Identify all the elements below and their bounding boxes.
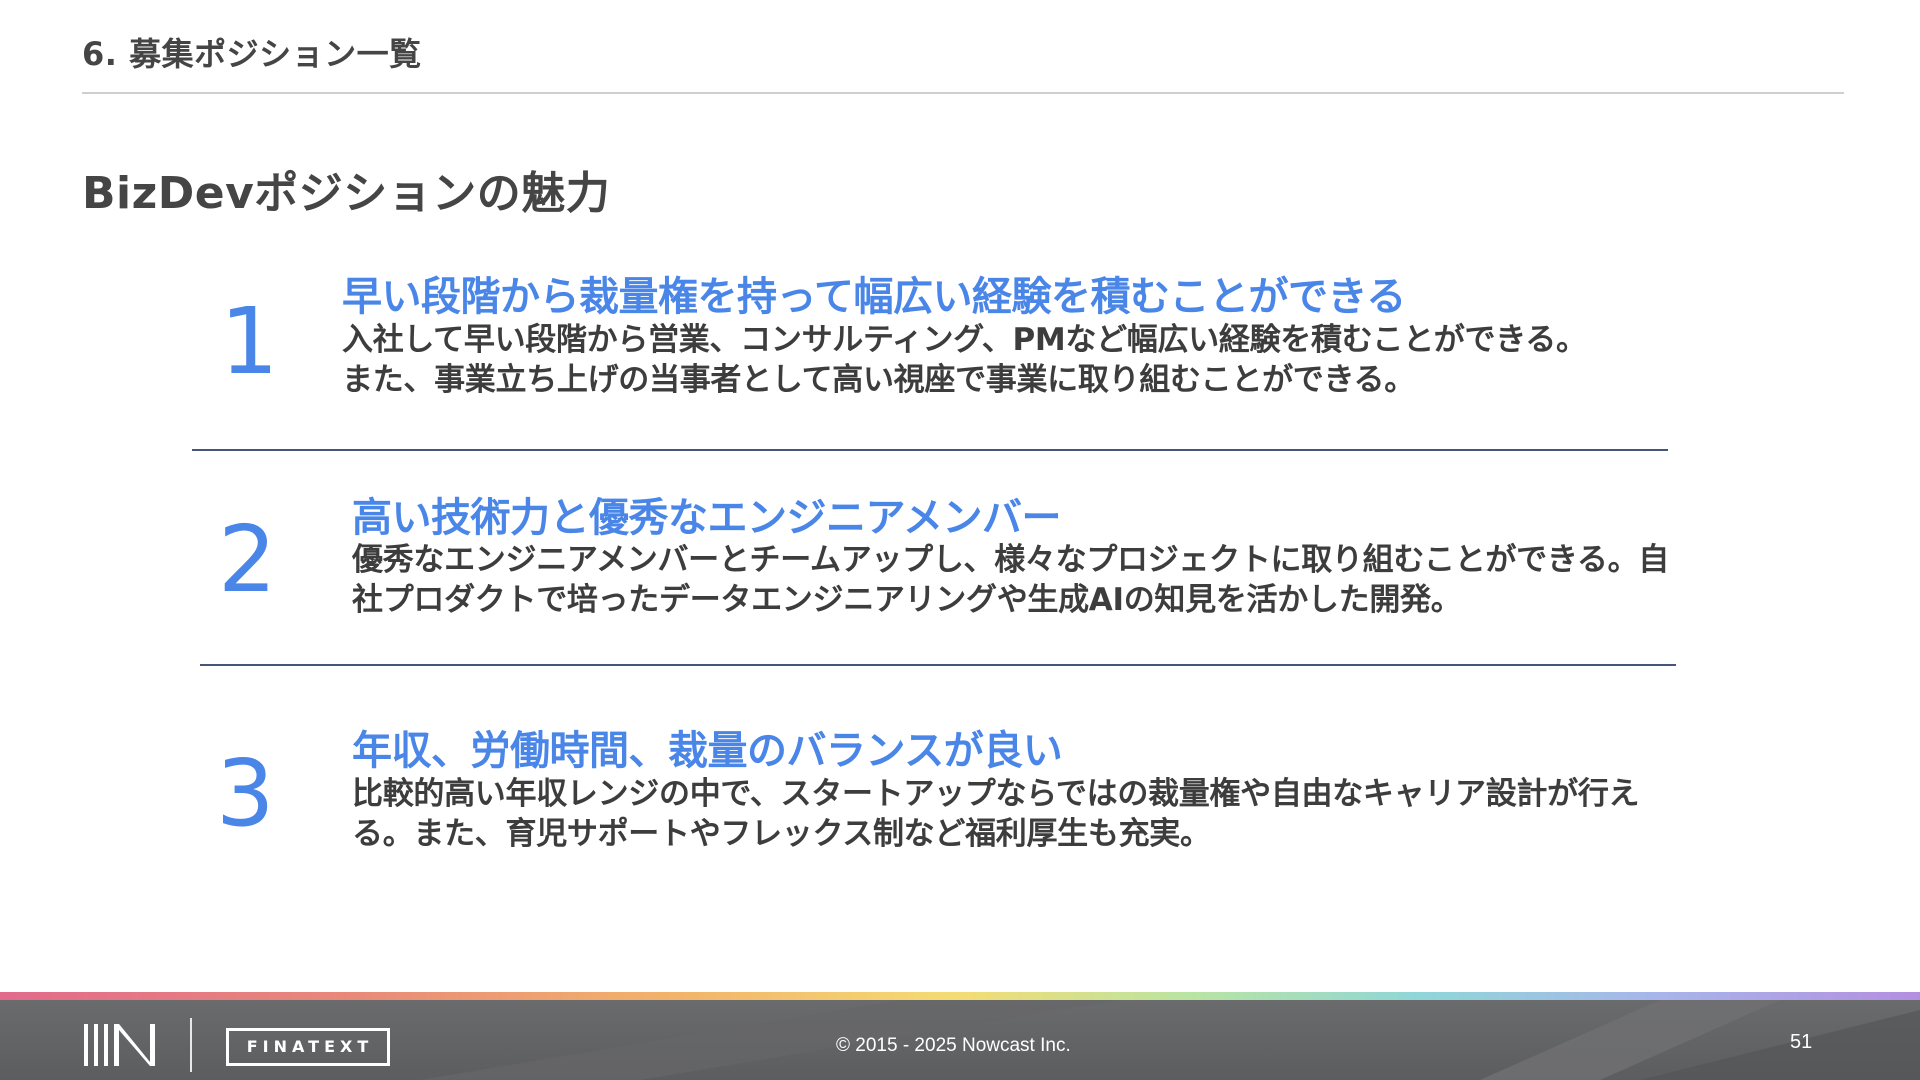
finatext-logo: FINATEXT	[226, 1028, 390, 1066]
description-line: 比較的高い年収レンジの中で、スタートアップならではの裁量権や自由なキャリア設計が…	[352, 776, 1640, 812]
header-divider	[82, 92, 1844, 94]
item-number: 3	[216, 740, 275, 847]
page-heading: BizDevポジションの魅力	[82, 168, 611, 219]
item-title: 早い段階から裁量権を持って幅広い経験を積むことができる	[342, 274, 1406, 320]
footer-background: FINATEXT © 2015 - 2025 Nowcast Inc. 51	[0, 1000, 1920, 1080]
item-title: 高い技術力と優秀なエンジニアメンバー	[352, 495, 1062, 541]
description-line: 優秀なエンジニアメンバーとチームアップし、様々なプロジェクトに取り組むことができ…	[352, 542, 1669, 578]
copyright-text: © 2015 - 2025 Nowcast Inc.	[836, 1035, 1071, 1056]
description-line: る。また、育児サポートやフレックス制など福利厚生も充実。	[352, 816, 1211, 852]
item-number: 2	[218, 506, 277, 613]
footer: FINATEXT © 2015 - 2025 Nowcast Inc. 51	[0, 992, 1920, 1080]
item-number: 1	[220, 288, 279, 395]
footer-rainbow-stripe	[0, 992, 1920, 1000]
logo-separator	[190, 1018, 192, 1072]
item-description: 優秀なエンジニアメンバーとチームアップし、様々なプロジェクトに取り組むことができ…	[352, 540, 1712, 620]
item-divider	[200, 664, 1676, 666]
item-description: 比較的高い年収レンジの中で、スタートアップならではの裁量権や自由なキャリア設計が…	[352, 774, 1712, 854]
item-divider	[192, 449, 1668, 451]
item-title: 年収、労働時間、裁量のバランスが良い	[352, 728, 1063, 774]
description-line: 入社して早い段階から営業、コンサルティング、PMなど幅広い経験を積むことができる…	[342, 322, 1587, 358]
nowcast-logo-icon	[84, 1024, 155, 1066]
description-line: また、事業立ち上げの当事者として高い視座で事業に取り組むことができる。	[342, 362, 1415, 398]
section-title: 6. 募集ポジション一覧	[82, 35, 422, 73]
item-description: 入社して早い段階から営業、コンサルティング、PMなど幅広い経験を積むことができる…	[342, 320, 1702, 400]
page-number: 51	[1790, 1031, 1813, 1053]
description-line: 社プロダクトで培ったデータエンジニアリングや生成AIの知見を活かした開発。	[352, 582, 1462, 618]
